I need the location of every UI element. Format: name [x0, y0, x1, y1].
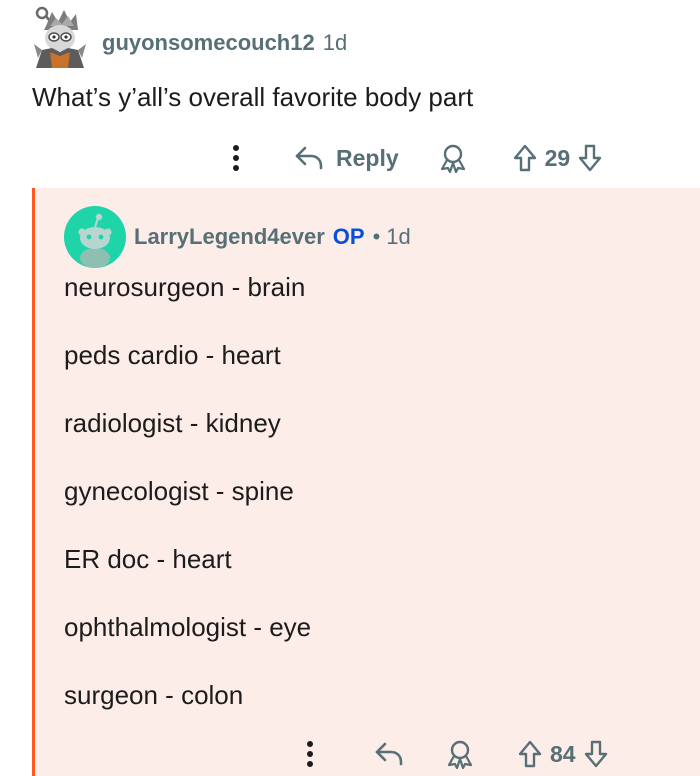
downvote-arrow-icon	[584, 740, 608, 768]
comment-body: What’s y’all’s overall favorite body par…	[32, 82, 474, 112]
reply-action-bar: 84	[306, 734, 608, 774]
user-avatar[interactable]	[28, 4, 88, 70]
more-vertical-icon	[306, 740, 314, 768]
comment-meta: guyonsomecouch12 1d	[102, 30, 347, 56]
reply-line: ER doc - heart	[64, 544, 232, 574]
upvote-arrow-icon	[513, 144, 537, 172]
reply-more-options-button[interactable]	[306, 740, 314, 768]
reply-award-button[interactable]	[446, 739, 474, 769]
reply-downvote-button[interactable]	[584, 740, 608, 768]
reply-line: neurosurgeon - brain	[64, 272, 306, 302]
downvote-arrow-icon	[578, 144, 602, 172]
reply-comment-meta: LarryLegend4ever OP • 1d	[134, 224, 411, 250]
more-options-button[interactable]	[232, 144, 240, 172]
vote-score: 29	[544, 144, 571, 171]
reply-line: radiologist - kidney	[64, 408, 281, 438]
reply-line: ophthalmologist - eye	[64, 612, 312, 642]
op-badge: OP	[332, 224, 365, 249]
reply-timestamp: 1d	[386, 224, 411, 249]
reply-reply-button[interactable]	[374, 741, 404, 767]
reply-line: gynecologist - spine	[64, 476, 294, 506]
reply-button[interactable]: Reply	[294, 145, 399, 172]
more-vertical-icon	[232, 144, 240, 172]
meta-separator: •	[372, 224, 381, 249]
reply-username[interactable]: LarryLegend4ever	[134, 224, 325, 250]
thread-line[interactable]	[32, 188, 35, 776]
award-ribbon-icon	[446, 739, 474, 769]
award-button[interactable]	[439, 143, 467, 173]
reply-label: Reply	[336, 144, 399, 171]
reply-arrow-icon	[294, 145, 324, 171]
reply-line: peds cardio - heart	[64, 340, 281, 370]
reply-line: surgeon - colon	[64, 680, 244, 710]
reply-user-avatar[interactable]	[64, 206, 126, 268]
reply-comment-body: neurosurgeon - brain peds cardio - heart…	[64, 270, 311, 746]
award-ribbon-icon	[439, 143, 467, 173]
upvote-button[interactable]	[513, 144, 537, 172]
username[interactable]: guyonsomecouch12	[102, 30, 315, 56]
reply-upvote-button[interactable]	[518, 740, 542, 768]
reply-arrow-icon	[374, 741, 404, 767]
downvote-button[interactable]	[578, 144, 602, 172]
comment-action-bar: Reply 29	[232, 138, 602, 178]
timestamp: 1d	[322, 30, 348, 55]
parent-comment: guyonsomecouch12 1d What’s y’all’s overa…	[0, 0, 700, 188]
upvote-arrow-icon	[518, 740, 542, 768]
reply-vote-score: 84	[550, 740, 576, 767]
